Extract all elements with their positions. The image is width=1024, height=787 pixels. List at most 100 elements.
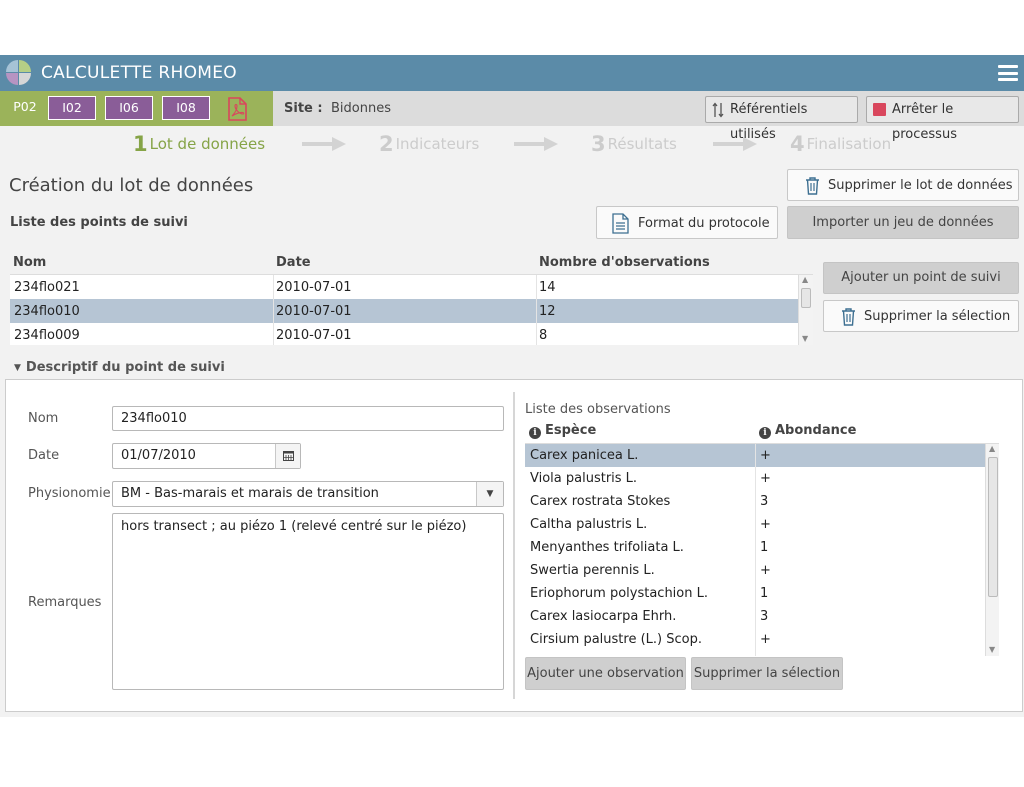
cell-nb: 14	[539, 280, 556, 295]
app-title: CALCULETTE RHOMEO	[41, 63, 237, 83]
scroll-down-icon[interactable]: ▼	[802, 334, 808, 343]
observations-scrollbar[interactable]: ▲ ▼	[985, 444, 999, 656]
cell-espece: Swertia perennis L.	[530, 563, 655, 578]
descriptif-title: Descriptif du point de suivi	[25, 360, 225, 375]
site-value: Bidonnes	[331, 101, 391, 116]
physionomie-label: Physionomie	[28, 486, 111, 501]
scrollbar-thumb[interactable]	[801, 288, 811, 308]
column-header-nom[interactable]: Nom	[13, 255, 46, 270]
cell-espece: Menyanthes trifoliata L.	[530, 540, 684, 555]
add-observation-button[interactable]: Ajouter une observation	[525, 657, 686, 690]
column-header-espece-label: Espèce	[545, 423, 597, 438]
cell-espece: Cirsium palustre (L.) Scop.	[530, 632, 702, 647]
nom-label: Nom	[28, 411, 59, 426]
document-icon	[612, 213, 629, 234]
delete-point-selection-label: Supprimer la sélection	[864, 309, 1011, 324]
scroll-up-icon[interactable]: ▲	[802, 275, 808, 284]
cell-nom: 234flo010	[14, 304, 80, 319]
step-lot-de-donnees[interactable]: 1 Lot de données	[133, 132, 265, 156]
import-dataset-button[interactable]: Importer un jeu de données	[787, 206, 1019, 239]
cell-nb: 12	[539, 304, 556, 319]
cell-abondance: +	[760, 517, 771, 532]
column-divider	[536, 275, 537, 345]
trash-icon	[842, 308, 855, 326]
nom-field[interactable]: 234flo010	[112, 406, 504, 431]
info-icon: i	[759, 427, 771, 439]
title-bar: CALCULETTE RHOMEO	[0, 55, 1024, 91]
referentiels-button[interactable]: Référentiels utilisés	[705, 96, 858, 142]
step-arrow-icon	[514, 137, 558, 151]
cell-abondance: 1	[760, 540, 769, 555]
indicator-i08-button[interactable]: I08	[162, 96, 210, 120]
cell-espece: Carex panicea L.	[530, 448, 639, 463]
step-resultats[interactable]: 3 Résultats	[591, 132, 677, 156]
step-number: 4	[790, 132, 805, 156]
column-header-espece[interactable]: i Espèce	[529, 423, 596, 439]
cell-abondance: +	[760, 563, 771, 578]
column-header-observations[interactable]: Nombre d'observations	[539, 255, 710, 270]
remarques-label: Remarques	[28, 595, 102, 610]
stop-square-icon	[873, 103, 886, 116]
column-divider	[273, 275, 274, 345]
column-header-abondance[interactable]: i Abondance	[759, 423, 856, 439]
step-label: Résultats	[607, 135, 677, 153]
observations-title: Liste des observations	[525, 402, 671, 417]
step-number: 3	[591, 132, 606, 156]
table-row[interactable]: 234flo009 2010-07-01 8	[10, 323, 798, 345]
step-label: Lot de données	[149, 135, 266, 153]
scrollbar-thumb[interactable]	[988, 457, 998, 597]
step-indicateurs[interactable]: 2 Indicateurs	[379, 132, 479, 156]
hamburger-menu-icon[interactable]	[998, 65, 1018, 81]
panel-divider	[513, 392, 515, 699]
descriptif-toggle[interactable]: ▼ Descriptif du point de suivi	[14, 360, 225, 375]
physionomie-value: BM - Bas-marais et marais de transition	[121, 486, 379, 501]
remarques-textarea[interactable]: hors transect ; au piézo 1 (relevé centr…	[112, 513, 504, 690]
cell-abondance: 3	[760, 494, 769, 509]
site-code-button[interactable]: P02	[6, 96, 44, 120]
stop-process-button[interactable]: Arrêter le processus	[866, 96, 1019, 142]
format-protocole-label: Format du protocole	[638, 216, 770, 231]
step-number: 2	[379, 132, 394, 156]
delete-observation-selection-button[interactable]: Supprimer la sélection	[691, 657, 843, 690]
table-scrollbar[interactable]: ▲ ▼	[798, 275, 813, 345]
indicator-i06-button[interactable]: I06	[105, 96, 153, 120]
step-number: 1	[133, 132, 148, 156]
chevron-down-icon[interactable]: ▼	[476, 482, 503, 506]
page-title: Création du lot de données	[9, 175, 254, 196]
site-label: Site :	[284, 101, 323, 116]
points-table: 234flo021 2010-07-01 14 234flo010 2010-0…	[10, 274, 813, 345]
site-code-block: P02 I02 I06 I08	[0, 91, 273, 126]
cell-abondance: +	[760, 448, 771, 463]
app-logo-icon	[6, 60, 31, 85]
cell-espece: Viola palustris L.	[530, 471, 638, 486]
cell-date: 2010-07-01	[276, 280, 352, 295]
calendar-icon	[283, 451, 294, 461]
calendar-button[interactable]	[275, 444, 300, 468]
cell-abondance: +	[760, 471, 771, 486]
column-divider	[755, 444, 756, 656]
app-window: CALCULETTE RHOMEO P02 I02 I06 I08 Site :…	[0, 55, 1024, 717]
list-title: Liste des points de suivi	[10, 215, 188, 230]
date-label: Date	[28, 448, 60, 463]
table-row-selected[interactable]: 234flo010 2010-07-01 12	[10, 299, 798, 323]
pdf-icon[interactable]	[226, 97, 248, 121]
delete-lot-button[interactable]: Supprimer le lot de données	[787, 169, 1019, 201]
cell-date: 2010-07-01	[276, 328, 352, 343]
step-arrow-icon	[302, 137, 346, 151]
cell-nom: 234flo009	[14, 328, 80, 343]
add-point-button[interactable]: Ajouter un point de suivi	[823, 262, 1019, 294]
physionomie-select[interactable]: BM - Bas-marais et marais de transition …	[112, 481, 504, 507]
date-value: 01/07/2010	[121, 448, 196, 463]
column-header-date[interactable]: Date	[276, 255, 311, 270]
indicator-i02-button[interactable]: I02	[48, 96, 96, 120]
step-finalisation[interactable]: 4 Finalisation	[790, 132, 891, 156]
date-field[interactable]: 01/07/2010	[112, 443, 301, 469]
scroll-up-icon[interactable]: ▲	[989, 444, 995, 453]
scroll-down-icon[interactable]: ▼	[989, 645, 995, 654]
cell-espece: Carex lasiocarpa Ehrh.	[530, 609, 677, 624]
table-row[interactable]: 234flo021 2010-07-01 14	[10, 275, 798, 299]
format-protocole-button[interactable]: Format du protocole	[596, 206, 778, 239]
delete-lot-label: Supprimer le lot de données	[828, 178, 1013, 193]
delete-point-selection-button[interactable]: Supprimer la sélection	[823, 300, 1019, 332]
cell-espece: Carex rostrata Stokes	[530, 494, 671, 509]
